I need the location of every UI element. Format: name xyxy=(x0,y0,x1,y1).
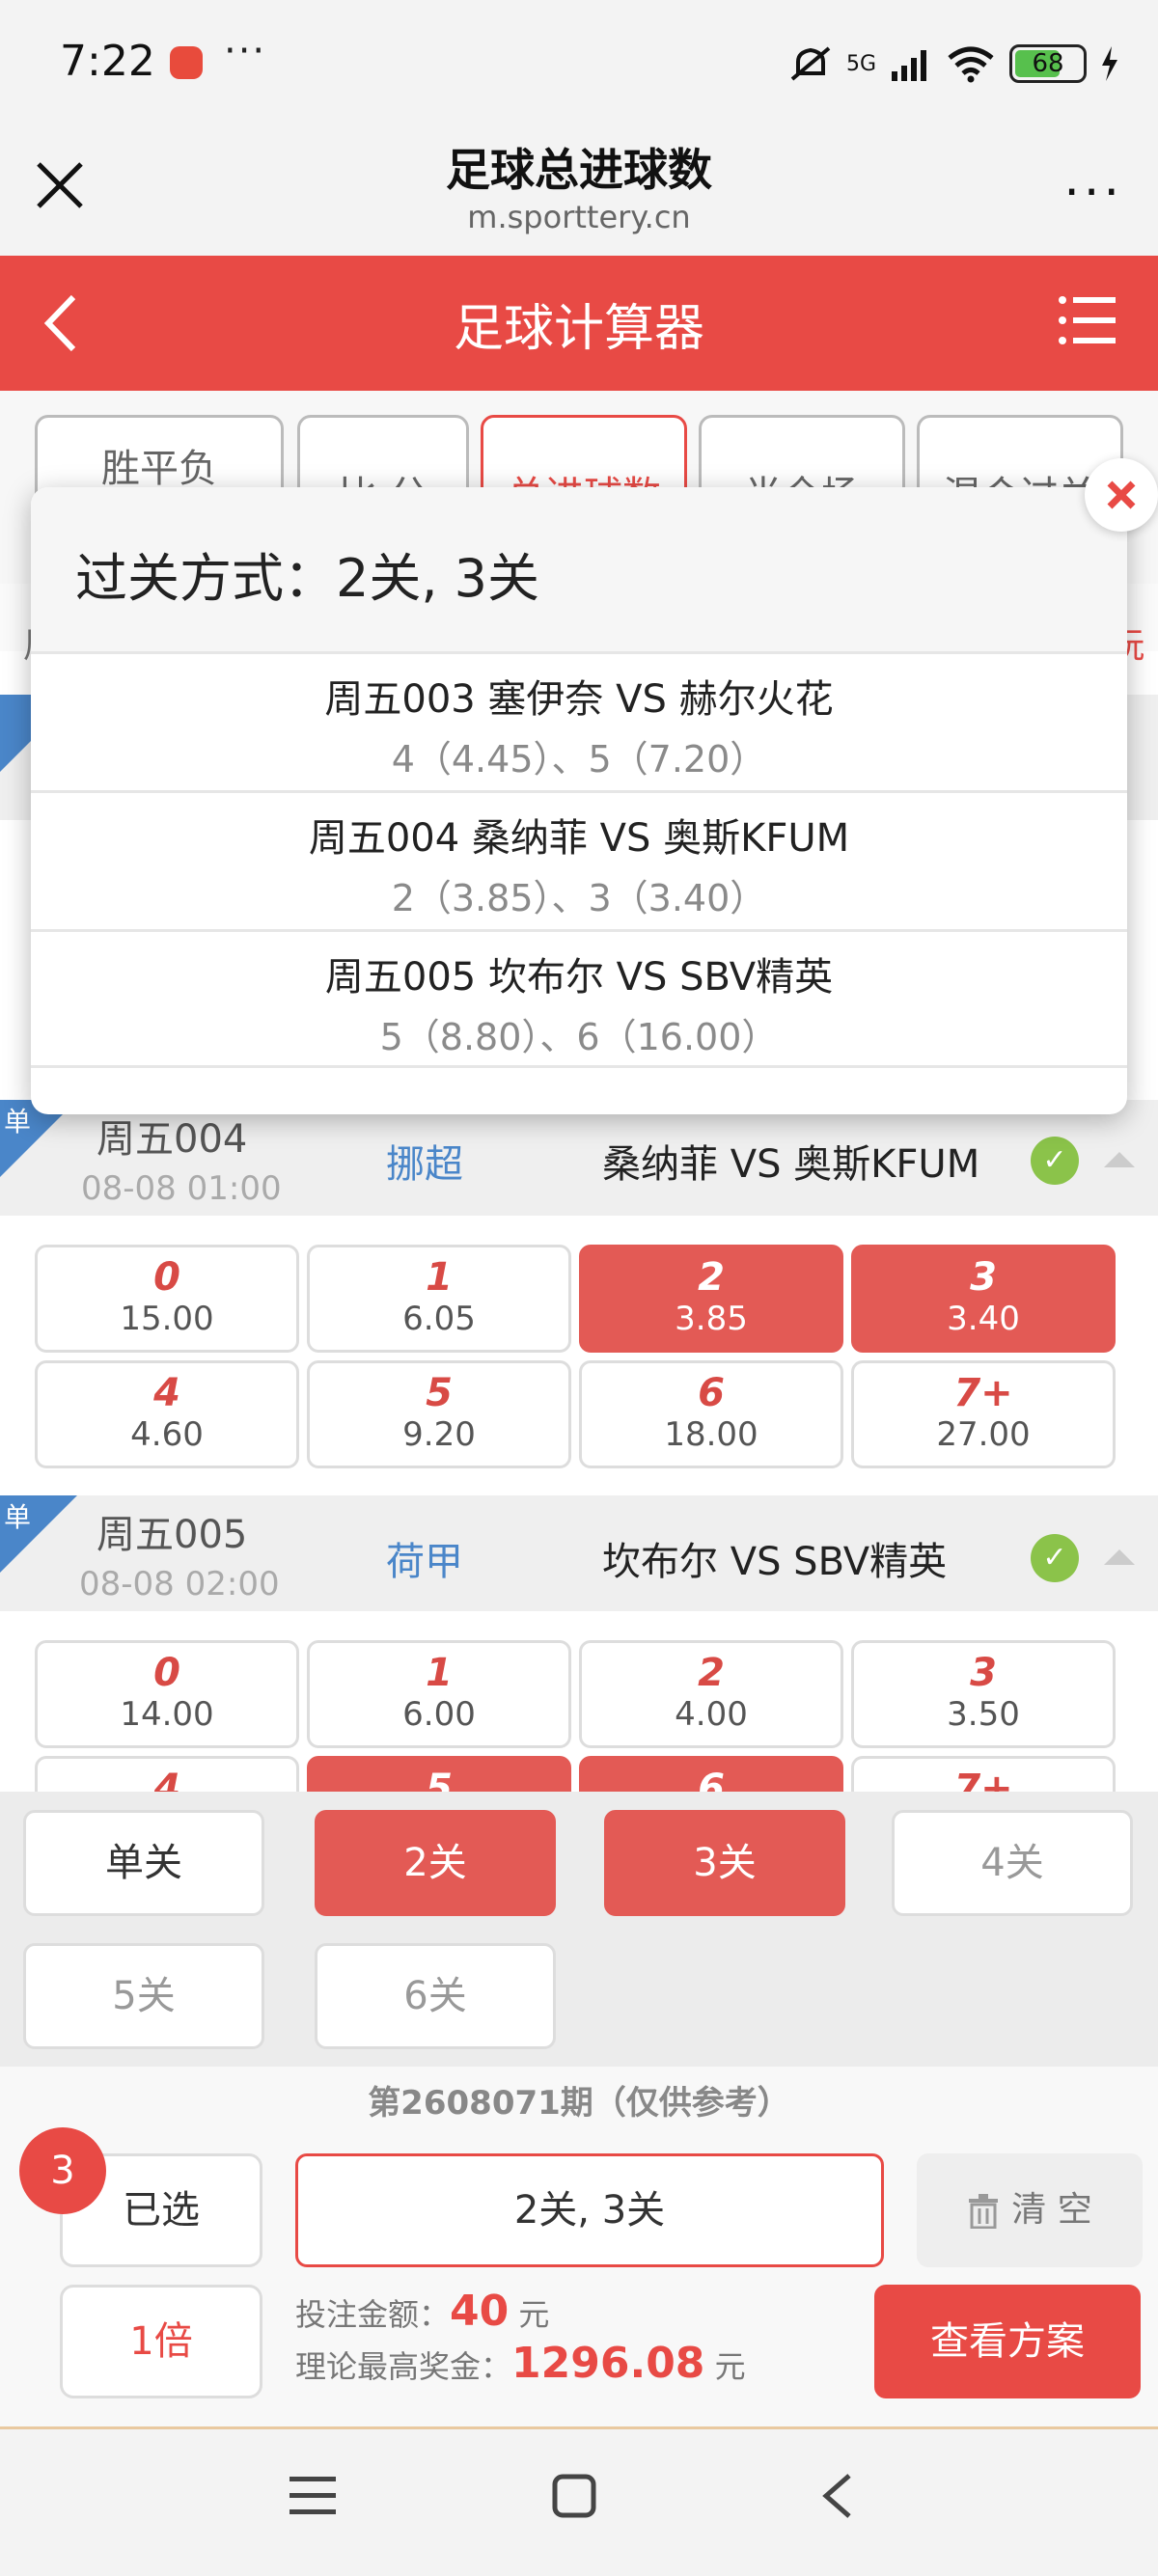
header-title: 足球计算器 xyxy=(453,300,704,358)
modal-item: 周五003 塞伊奈 VS 赫尔火花 4（4.45）、5（7.20） xyxy=(31,651,1127,790)
battery-icon: 68 xyxy=(1009,44,1087,83)
modal-item: 周五004 桑纳菲 VS 奥斯KFUM 2（3.85）、3（3.40） xyxy=(31,790,1127,929)
menu-icon[interactable] xyxy=(1058,294,1116,346)
collapse-icon[interactable] xyxy=(1104,1549,1135,1565)
bet-amount-row: 投注金额：40 元 xyxy=(295,2287,550,2336)
goal-option[interactable]: 3 3.50 xyxy=(851,1640,1116,1748)
selected-parlay-box[interactable]: 2关, 3关 xyxy=(295,2153,884,2267)
more-icon[interactable]: ··· xyxy=(1063,164,1123,222)
multiplier-button[interactable]: 1倍 xyxy=(60,2285,262,2398)
app-notification-icon xyxy=(170,46,203,79)
signal-icon xyxy=(892,50,926,81)
status-icons: 5G 68 xyxy=(788,41,1119,87)
max-prize: 1296.08 xyxy=(511,2339,705,2388)
network-label: 5G xyxy=(845,51,876,76)
goal-option[interactable]: 0 15.00 xyxy=(35,1245,299,1353)
selected-count-badge: 3 xyxy=(19,2127,106,2214)
goal-option-selected[interactable]: 2 3.85 xyxy=(579,1245,843,1353)
wifi-icon xyxy=(948,46,994,83)
period-label: 第2608071期（仅供参考） xyxy=(368,2084,790,2123)
check-icon: ✓ xyxy=(1031,1137,1079,1185)
goal-option[interactable]: 6 18.00 xyxy=(579,1360,843,1468)
trash-icon xyxy=(969,2194,999,2230)
modal-close-icon[interactable] xyxy=(1085,458,1158,532)
goal-option[interactable]: 7+ 27.00 xyxy=(851,1360,1116,1468)
collapse-icon[interactable] xyxy=(1104,1152,1135,1167)
goal-option[interactable]: 1 6.00 xyxy=(307,1640,571,1748)
bet-amount: 40 xyxy=(450,2287,510,2336)
svg-text:单: 单 xyxy=(4,1106,31,1137)
bet-6-fold[interactable]: 6关 xyxy=(315,1943,556,2049)
bet-3-fold[interactable]: 3关 xyxy=(604,1810,845,1916)
check-icon: ✓ xyxy=(1031,1534,1079,1582)
view-plan-button[interactable]: 查看方案 xyxy=(874,2285,1141,2398)
match-teams: 坎布尔 VS SBV精英 xyxy=(602,1540,948,1584)
league-label: 挪超 xyxy=(386,1142,463,1187)
match-time: 08-08 01:00 xyxy=(81,1169,282,1208)
goal-option[interactable]: 5 9.20 xyxy=(307,1360,571,1468)
page-url: m.sporttery.cn xyxy=(467,199,691,235)
bet-single[interactable]: 单关 xyxy=(23,1810,264,1916)
modal-title: 过关方式：2关, 3关 xyxy=(75,548,540,609)
goal-option-selected[interactable]: 3 3.40 xyxy=(851,1245,1116,1353)
single-badge: 单 xyxy=(0,1495,77,1573)
status-more: ··· xyxy=(224,29,267,73)
match-teams: 桑纳菲 VS 奥斯KFUM xyxy=(602,1142,980,1187)
max-prize-row: 理论最高奖金：1296.08 元 xyxy=(295,2339,746,2388)
page-title: 足球总进球数 xyxy=(446,144,712,196)
status-time: 7:22 xyxy=(60,37,155,86)
parlay-detail-modal: 过关方式：2关, 3关 周五003 塞伊奈 VS 赫尔火花 4（4.45）、5（… xyxy=(31,487,1127,1114)
goal-option[interactable]: 0 14.00 xyxy=(35,1640,299,1748)
svg-text:单: 单 xyxy=(4,1501,31,1533)
goal-option[interactable]: 4 4.60 xyxy=(35,1360,299,1468)
match-number: 周五005 xyxy=(96,1513,248,1557)
clear-button[interactable]: 清 空 xyxy=(917,2153,1143,2267)
match-time: 08-08 02:00 xyxy=(79,1565,280,1603)
goal-option[interactable]: 2 4.00 xyxy=(579,1640,843,1748)
home-icon[interactable] xyxy=(552,2474,596,2518)
league-label: 荷甲 xyxy=(386,1540,463,1584)
bet-5-fold[interactable]: 5关 xyxy=(23,1943,264,2049)
bet-4-fold[interactable]: 4关 xyxy=(892,1810,1133,1916)
mute-icon xyxy=(790,46,831,81)
clear-label: 清 空 xyxy=(1011,2190,1092,2230)
menu-nav-icon[interactable] xyxy=(290,2475,336,2517)
goal-option[interactable]: 1 6.05 xyxy=(307,1245,571,1353)
charging-icon xyxy=(1102,46,1117,81)
back-nav-icon[interactable] xyxy=(820,2472,853,2520)
bet-2-fold[interactable]: 2关 xyxy=(315,1810,556,1916)
modal-item: 周五005 坎布尔 VS SBV精英 5（8.80）、6（16.00） xyxy=(31,929,1127,1068)
match-number: 周五004 xyxy=(96,1117,248,1162)
